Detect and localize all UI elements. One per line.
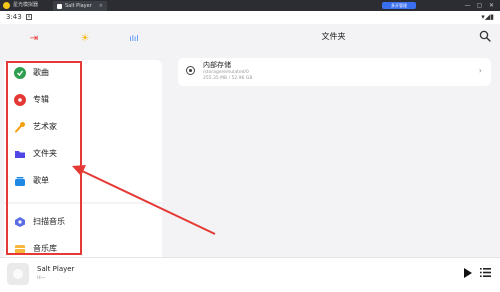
app-window: 星光模拟器 Salt Player × 多开管理 — ▢ ✕ 3:43 A ▾◢…: [0, 0, 500, 292]
annotation-arrow: [72, 165, 216, 235]
